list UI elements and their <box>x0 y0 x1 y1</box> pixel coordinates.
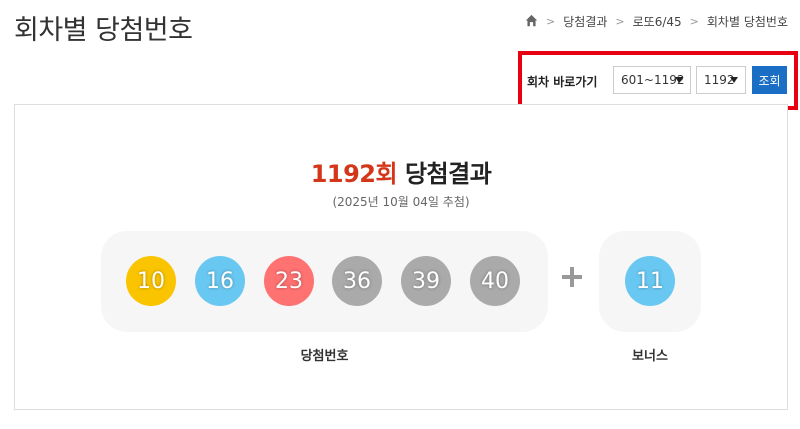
home-icon <box>525 14 538 26</box>
draw-date: (2025년 10월 04일 추첨) <box>332 195 470 209</box>
lotto-ball: 10 <box>126 256 176 306</box>
chevron-right-icon: > <box>546 15 556 28</box>
plus-icon <box>562 267 582 287</box>
breadcrumb-item-results[interactable]: 당첨결과 <box>563 13 607 30</box>
winning-numbers-caption: 당첨번호 <box>300 349 349 364</box>
lotto-ball: 40 <box>470 256 520 306</box>
caret-down-icon <box>675 77 683 83</box>
page-title: 회차별 당첨번호 <box>14 15 193 46</box>
bonus-ball: 11 <box>625 256 675 306</box>
round-jump-label: 회차 바로가기 <box>527 75 598 89</box>
breadcrumb: > 당첨결과 > 로또6/45 > 회차별 당첨번호 <box>525 13 788 30</box>
search-button[interactable]: 조회 <box>752 66 787 94</box>
round-select[interactable]: 1192 <box>696 66 746 94</box>
round-number: 1192회 <box>310 160 398 188</box>
result-title-suffix: 당첨결과 <box>397 160 492 188</box>
chevron-right-icon: > <box>615 15 625 28</box>
result-title: 1192회 당첨결과 <box>15 154 787 189</box>
lotto-ball: 16 <box>195 256 245 306</box>
breadcrumb-item-lotto645[interactable]: 로또6/45 <box>633 13 682 30</box>
lotto-ball: 23 <box>264 256 314 306</box>
lotto-ball: 36 <box>332 256 382 306</box>
home-link[interactable] <box>525 14 538 30</box>
result-panel: 1192회 당첨결과 (2025년 10월 04일 추첨) 10 16 23 3… <box>14 104 788 410</box>
lotto-ball: 39 <box>401 256 451 306</box>
breadcrumb-item-current: 회차별 당첨번호 <box>706 15 788 29</box>
caret-down-icon <box>730 77 738 83</box>
range-select[interactable]: 601~1192 <box>613 66 691 94</box>
chevron-right-icon: > <box>689 15 699 28</box>
bonus-caption: 보너스 <box>632 349 668 364</box>
